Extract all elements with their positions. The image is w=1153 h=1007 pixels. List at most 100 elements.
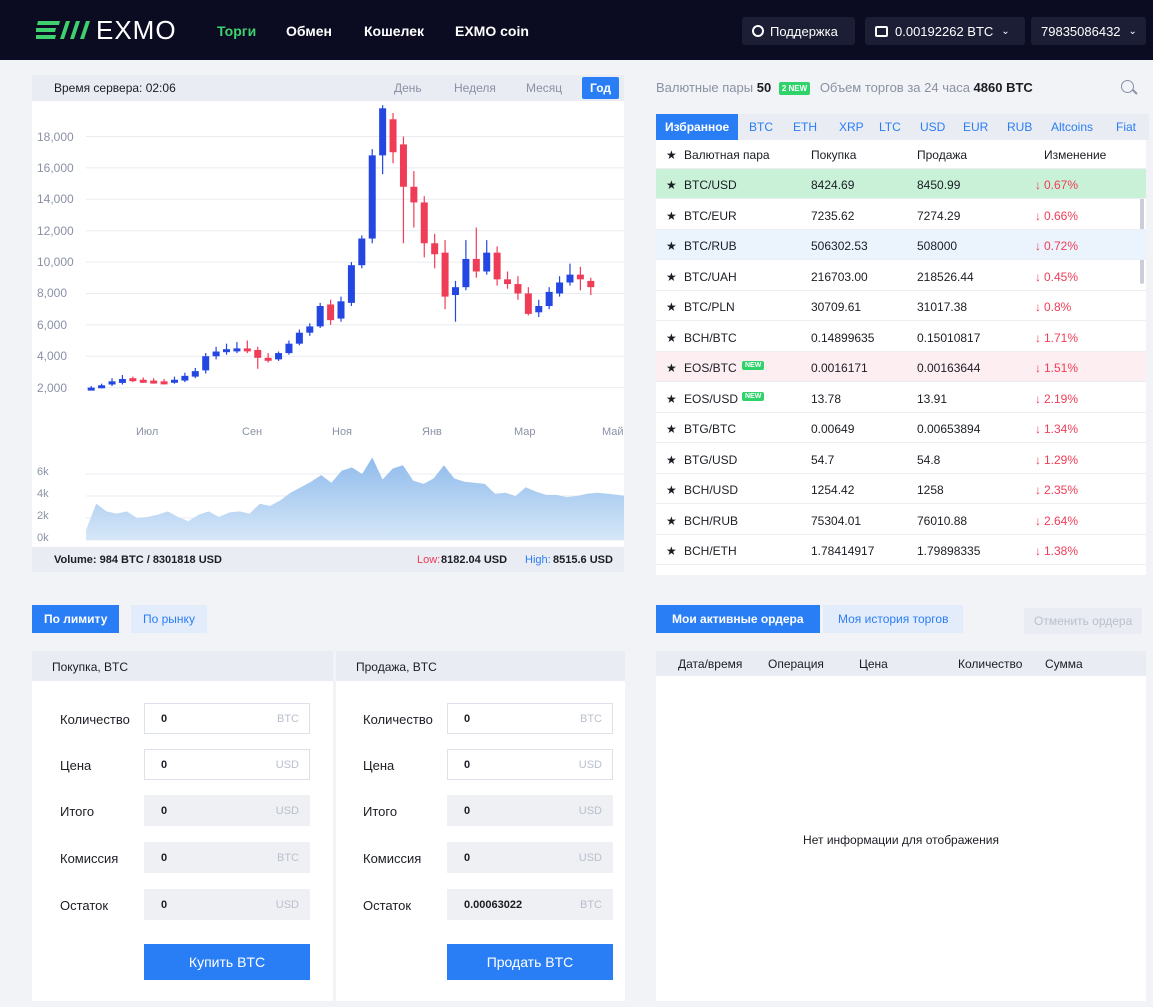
nav-exmo-coin[interactable]: EXMO coin [455,23,529,39]
candle-body[interactable] [441,252,449,297]
tab-usd[interactable]: USD [920,120,945,134]
search-icon[interactable] [1121,80,1134,93]
candle-body[interactable] [368,155,376,239]
balance-dropdown[interactable]: 0.00192262 BTC ⌄ [865,17,1025,45]
candle-body[interactable] [306,326,314,333]
candle-body[interactable] [139,379,147,383]
table-row[interactable]: ★ EOS/BTC NEW 0.0016171 0.00163644 ↓ 1.51% [656,352,1146,382]
candle-body[interactable] [524,293,532,314]
range-month[interactable]: Месяц [526,81,562,95]
candle-body[interactable] [264,357,272,361]
candle-body[interactable] [431,243,439,255]
price-chart[interactable] [32,101,624,446]
favorite-star-icon[interactable]: ★ [666,209,677,223]
tab-active-orders[interactable]: Мои активные ордера [656,605,820,633]
favorite-star-icon[interactable]: ★ [666,270,677,284]
candle-body[interactable] [327,304,335,321]
candle-body[interactable] [212,351,220,357]
candle-body[interactable] [587,280,595,288]
candle-body[interactable] [129,378,137,382]
table-row[interactable]: ★ BTG/USD 54.7 54.8 ↓ 1.29% [656,444,1146,474]
favorite-star-icon[interactable]: ★ [666,178,677,192]
favorite-star-icon[interactable]: ★ [666,422,677,436]
tab-trade-history[interactable]: Моя история торгов [823,605,964,633]
candle-body[interactable] [399,144,407,187]
range-week[interactable]: Неделя [454,81,496,95]
sell-button[interactable]: Продать BTC [447,944,613,980]
exmo-logo[interactable]: EXMO [36,15,177,45]
tab-fiat[interactable]: Fiat [1116,120,1136,134]
candle-body[interactable] [316,306,324,327]
favorite-star-icon[interactable]: ★ [666,361,677,375]
candle-body[interactable] [514,284,522,294]
candle-body[interactable] [254,349,262,358]
tab-btc[interactable]: BTC [749,120,773,134]
candle-body[interactable] [535,306,543,313]
candle-body[interactable] [576,274,584,280]
candle-body[interactable] [108,381,116,385]
favorite-star-icon[interactable]: ★ [666,392,677,406]
candle-body[interactable] [462,258,470,288]
favorite-star-icon[interactable]: ★ [666,483,677,497]
cancel-orders-button[interactable]: Отменить ордера [1024,608,1143,634]
table-row[interactable]: ★ BTC/USD 8424.69 8450.99 ↓ 0.67% [656,169,1146,199]
volume-chart[interactable] [32,446,624,546]
table-row[interactable]: ★ BTC/EUR 7235.62 7274.29 ↓ 0.66% [656,200,1146,230]
nav-wallet[interactable]: Кошелек [364,23,424,39]
favorite-star-icon[interactable]: ★ [666,239,677,253]
buy-field-input[interactable]: 0 BTC [144,703,310,734]
candle-body[interactable] [410,186,418,203]
sell-field-input[interactable]: 0 USD [447,749,613,780]
favorite-star-icon[interactable]: ★ [666,331,677,345]
table-row[interactable]: ★ EOS/USD NEW 13.78 13.91 ↓ 2.19% [656,383,1146,413]
table-row[interactable]: ★ BTC/RUB 506302.53 508000 ↓ 0.72% [656,230,1146,260]
candle-body[interactable] [150,380,158,384]
tab-limit-order[interactable]: По лимиту [32,605,120,633]
candle-body[interactable] [358,238,366,266]
account-dropdown[interactable]: 79835086432 ⌄ [1031,17,1146,45]
candle-body[interactable] [504,279,512,285]
candle-body[interactable] [389,119,397,153]
candle-body[interactable] [545,291,553,307]
support-button[interactable]: Поддержка [742,17,855,45]
candle-body[interactable] [223,349,231,353]
buy-field-input[interactable]: 0 USD [144,749,310,780]
candle-body[interactable] [451,287,459,296]
candle-body[interactable] [493,252,501,280]
candle-body[interactable] [285,343,293,354]
candle-body[interactable] [191,371,199,377]
favorite-star-icon[interactable]: ★ [666,514,677,528]
candle-body[interactable] [295,332,303,344]
tab-rub[interactable]: RUB [1007,120,1032,134]
candle-body[interactable] [160,381,168,385]
candle-body[interactable] [566,274,574,283]
tab-ltc[interactable]: LTC [879,120,901,134]
favorite-star-icon[interactable]: ★ [666,453,677,467]
table-row[interactable]: ★ BTC/UAH 216703.00 218526.44 ↓ 0.45% [656,261,1146,291]
table-row[interactable]: ★ BCH/USD 1254.42 1258 ↓ 2.35% [656,474,1146,504]
buy-button[interactable]: Купить BTC [144,944,310,980]
tab-favorites[interactable]: Избранное [656,114,739,140]
candle-body[interactable] [87,387,95,391]
candle-body[interactable] [483,252,491,272]
candle-body[interactable] [181,375,189,381]
favorite-star-icon[interactable]: ★ [666,300,677,314]
table-row[interactable]: ★ BTC/PLN 30709.61 31017.38 ↓ 0.8% [656,291,1146,321]
candle-body[interactable] [337,301,345,319]
candle-body[interactable] [379,108,387,156]
range-day[interactable]: День [394,81,422,95]
favorite-star-icon[interactable]: ★ [666,544,677,558]
nav-trading[interactable]: Торги [217,23,256,39]
candle-body[interactable] [118,378,126,383]
tab-market-order[interactable]: По рынку [131,605,207,633]
range-year[interactable]: Год [582,77,619,99]
tab-xrp[interactable]: XRP [839,120,864,134]
tab-eth[interactable]: ETH [793,120,817,134]
table-row[interactable]: ★ BCH/BTC 0.14899635 0.15010817 ↓ 1.71% [656,322,1146,352]
sell-field-input[interactable]: 0 BTC [447,703,613,734]
candle-body[interactable] [347,265,355,303]
nav-exchange[interactable]: Обмен [286,23,332,39]
candle-body[interactable] [243,348,251,352]
candle-body[interactable] [98,385,106,389]
table-row[interactable]: ★ BCH/RUB 75304.01 76010.88 ↓ 2.64% [656,505,1146,535]
